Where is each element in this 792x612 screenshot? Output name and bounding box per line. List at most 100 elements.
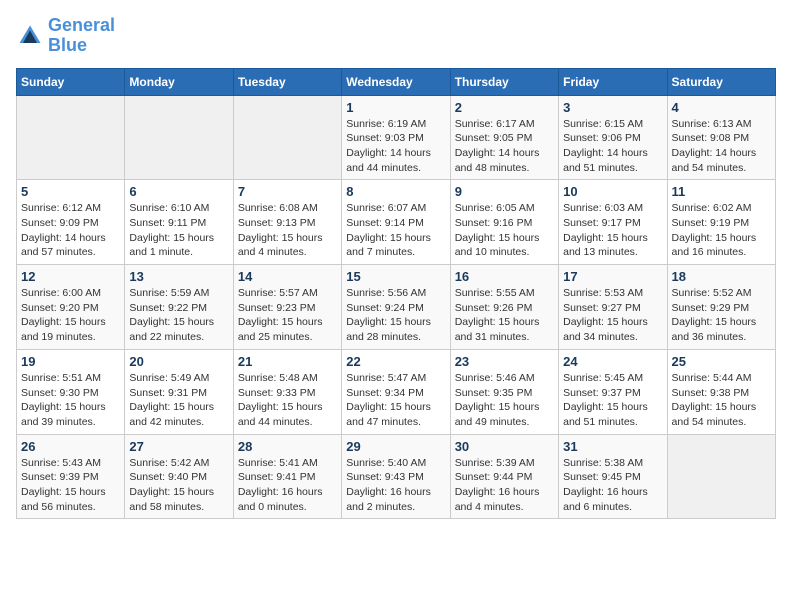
day-number: 12: [21, 269, 120, 284]
calendar-cell: 3 Sunrise: 6:15 AM Sunset: 9:06 PM Daylig…: [559, 95, 667, 180]
day-info: Sunrise: 5:43 AM Sunset: 9:39 PM Dayligh…: [21, 456, 120, 515]
logo-icon: [16, 22, 44, 50]
calendar-cell: 25 Sunrise: 5:44 AM Sunset: 9:38 PM Dayli…: [667, 349, 775, 434]
day-info: Sunrise: 6:02 AM Sunset: 9:19 PM Dayligh…: [672, 201, 771, 260]
day-number: 27: [129, 439, 228, 454]
weekday-header-tuesday: Tuesday: [233, 68, 341, 95]
day-info: Sunrise: 6:12 AM Sunset: 9:09 PM Dayligh…: [21, 201, 120, 260]
day-info: Sunrise: 6:13 AM Sunset: 9:08 PM Dayligh…: [672, 117, 771, 176]
calendar-cell: 7 Sunrise: 6:08 AM Sunset: 9:13 PM Daylig…: [233, 180, 341, 265]
day-info: Sunrise: 5:59 AM Sunset: 9:22 PM Dayligh…: [129, 286, 228, 345]
day-number: 10: [563, 184, 662, 199]
day-number: 20: [129, 354, 228, 369]
calendar-cell: 18 Sunrise: 5:52 AM Sunset: 9:29 PM Dayli…: [667, 265, 775, 350]
day-number: 4: [672, 100, 771, 115]
calendar-cell: 13Sunrise: 5:59 AM Sunset: 9:22 PM Dayli…: [125, 265, 233, 350]
weekday-header-row: SundayMondayTuesdayWednesdayThursdayFrid…: [17, 68, 776, 95]
day-info: Sunrise: 5:57 AM Sunset: 9:23 PM Dayligh…: [238, 286, 337, 345]
calendar-cell: [233, 95, 341, 180]
day-info: Sunrise: 6:08 AM Sunset: 9:13 PM Dayligh…: [238, 201, 337, 260]
day-number: 22: [346, 354, 445, 369]
logo: General Blue: [16, 16, 115, 56]
day-number: 9: [455, 184, 554, 199]
day-number: 3: [563, 100, 662, 115]
calendar-cell: 10 Sunrise: 6:03 AM Sunset: 9:17 PM Dayli…: [559, 180, 667, 265]
day-number: 23: [455, 354, 554, 369]
day-info: Sunrise: 6:07 AM Sunset: 9:14 PM Dayligh…: [346, 201, 445, 260]
day-info: Sunrise: 6:15 AM Sunset: 9:06 PM Dayligh…: [563, 117, 662, 176]
day-number: 15: [346, 269, 445, 284]
day-info: Sunrise: 5:41 AM Sunset: 9:41 PM Dayligh…: [238, 456, 337, 515]
calendar-cell: 17 Sunrise: 5:53 AM Sunset: 9:27 PM Dayli…: [559, 265, 667, 350]
day-number: 5: [21, 184, 120, 199]
calendar-week-3: 12 Sunrise: 6:00 AM Sunset: 9:20 PM Dayli…: [17, 265, 776, 350]
header: General Blue: [16, 16, 776, 56]
calendar-week-1: 1 Sunrise: 6:19 AM Sunset: 9:03 PM Daylig…: [17, 95, 776, 180]
day-info: Sunrise: 5:49 AM Sunset: 9:31 PM Dayligh…: [129, 371, 228, 430]
logo-text: General Blue: [48, 16, 115, 56]
day-info: Sunrise: 6:03 AM Sunset: 9:17 PM Dayligh…: [563, 201, 662, 260]
calendar-cell: 30Sunrise: 5:39 AM Sunset: 9:44 PM Dayli…: [450, 434, 558, 519]
day-number: 21: [238, 354, 337, 369]
day-number: 14: [238, 269, 337, 284]
day-number: 28: [238, 439, 337, 454]
calendar-cell: 6 Sunrise: 6:10 AM Sunset: 9:11 PM Daylig…: [125, 180, 233, 265]
weekday-header-friday: Friday: [559, 68, 667, 95]
day-info: Sunrise: 5:40 AM Sunset: 9:43 PM Dayligh…: [346, 456, 445, 515]
day-info: Sunrise: 5:56 AM Sunset: 9:24 PM Dayligh…: [346, 286, 445, 345]
day-number: 2: [455, 100, 554, 115]
calendar-cell: 5 Sunrise: 6:12 AM Sunset: 9:09 PM Daylig…: [17, 180, 125, 265]
calendar-cell: 12 Sunrise: 6:00 AM Sunset: 9:20 PM Dayli…: [17, 265, 125, 350]
day-info: Sunrise: 5:51 AM Sunset: 9:30 PM Dayligh…: [21, 371, 120, 430]
day-info: Sunrise: 5:38 AM Sunset: 9:45 PM Dayligh…: [563, 456, 662, 515]
day-info: Sunrise: 6:05 AM Sunset: 9:16 PM Dayligh…: [455, 201, 554, 260]
day-number: 25: [672, 354, 771, 369]
calendar-cell: 16 Sunrise: 5:55 AM Sunset: 9:26 PM Dayli…: [450, 265, 558, 350]
day-number: 19: [21, 354, 120, 369]
calendar-table: SundayMondayTuesdayWednesdayThursdayFrid…: [16, 68, 776, 520]
calendar-cell: [17, 95, 125, 180]
day-info: Sunrise: 5:55 AM Sunset: 9:26 PM Dayligh…: [455, 286, 554, 345]
calendar-cell: 21 Sunrise: 5:48 AM Sunset: 9:33 PM Dayli…: [233, 349, 341, 434]
calendar-week-2: 5 Sunrise: 6:12 AM Sunset: 9:09 PM Daylig…: [17, 180, 776, 265]
day-info: Sunrise: 5:52 AM Sunset: 9:29 PM Dayligh…: [672, 286, 771, 345]
day-info: Sunrise: 6:19 AM Sunset: 9:03 PM Dayligh…: [346, 117, 445, 176]
day-number: 1: [346, 100, 445, 115]
day-number: 11: [672, 184, 771, 199]
day-number: 29: [346, 439, 445, 454]
calendar-cell: 4 Sunrise: 6:13 AM Sunset: 9:08 PM Daylig…: [667, 95, 775, 180]
day-number: 31: [563, 439, 662, 454]
day-number: 17: [563, 269, 662, 284]
calendar-cell: 27Sunrise: 5:42 AM Sunset: 9:40 PM Dayli…: [125, 434, 233, 519]
weekday-header-thursday: Thursday: [450, 68, 558, 95]
calendar-cell: 15 Sunrise: 5:56 AM Sunset: 9:24 PM Dayli…: [342, 265, 450, 350]
calendar-cell: 26 Sunrise: 5:43 AM Sunset: 9:39 PM Dayli…: [17, 434, 125, 519]
day-info: Sunrise: 5:53 AM Sunset: 9:27 PM Dayligh…: [563, 286, 662, 345]
calendar-cell: 2Sunrise: 6:17 AM Sunset: 9:05 PM Daylig…: [450, 95, 558, 180]
calendar-cell: 29 Sunrise: 5:40 AM Sunset: 9:43 PM Dayli…: [342, 434, 450, 519]
day-info: Sunrise: 5:47 AM Sunset: 9:34 PM Dayligh…: [346, 371, 445, 430]
calendar-cell: 24Sunrise: 5:45 AM Sunset: 9:37 PM Dayli…: [559, 349, 667, 434]
calendar-week-5: 26 Sunrise: 5:43 AM Sunset: 9:39 PM Dayli…: [17, 434, 776, 519]
calendar-cell: 22 Sunrise: 5:47 AM Sunset: 9:34 PM Dayli…: [342, 349, 450, 434]
day-number: 18: [672, 269, 771, 284]
day-info: Sunrise: 6:10 AM Sunset: 9:11 PM Dayligh…: [129, 201, 228, 260]
calendar-cell: 8Sunrise: 6:07 AM Sunset: 9:14 PM Daylig…: [342, 180, 450, 265]
day-number: 6: [129, 184, 228, 199]
day-info: Sunrise: 5:39 AM Sunset: 9:44 PM Dayligh…: [455, 456, 554, 515]
day-number: 7: [238, 184, 337, 199]
day-info: Sunrise: 6:00 AM Sunset: 9:20 PM Dayligh…: [21, 286, 120, 345]
calendar-cell: 9 Sunrise: 6:05 AM Sunset: 9:16 PM Daylig…: [450, 180, 558, 265]
calendar-cell: 14 Sunrise: 5:57 AM Sunset: 9:23 PM Dayli…: [233, 265, 341, 350]
day-info: Sunrise: 5:48 AM Sunset: 9:33 PM Dayligh…: [238, 371, 337, 430]
weekday-header-wednesday: Wednesday: [342, 68, 450, 95]
calendar-cell: 1 Sunrise: 6:19 AM Sunset: 9:03 PM Daylig…: [342, 95, 450, 180]
day-number: 26: [21, 439, 120, 454]
calendar-week-4: 19 Sunrise: 5:51 AM Sunset: 9:30 PM Dayli…: [17, 349, 776, 434]
calendar-cell: [125, 95, 233, 180]
weekday-header-monday: Monday: [125, 68, 233, 95]
calendar-cell: 20 Sunrise: 5:49 AM Sunset: 9:31 PM Dayli…: [125, 349, 233, 434]
day-number: 16: [455, 269, 554, 284]
day-info: Sunrise: 5:44 AM Sunset: 9:38 PM Dayligh…: [672, 371, 771, 430]
calendar-cell: 11 Sunrise: 6:02 AM Sunset: 9:19 PM Dayli…: [667, 180, 775, 265]
